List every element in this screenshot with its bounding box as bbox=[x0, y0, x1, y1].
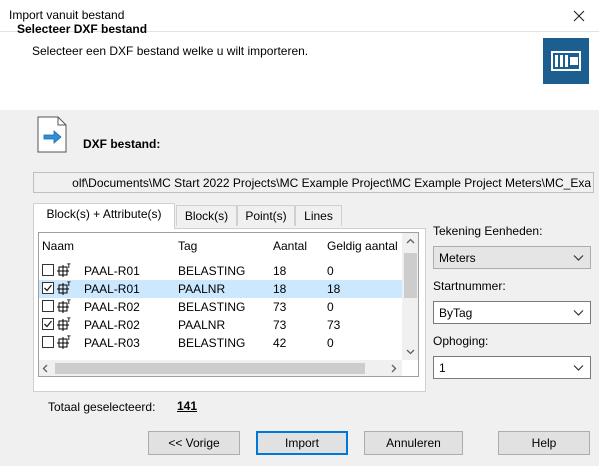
increment-dropdown[interactable]: 1 bbox=[433, 356, 591, 379]
cell-aantal: 18 bbox=[273, 264, 287, 278]
close-button[interactable] bbox=[559, 0, 599, 31]
block-attribute-icon: T bbox=[57, 281, 71, 295]
start-number-value: ByTag bbox=[439, 306, 473, 320]
block-attribute-icon: T bbox=[57, 299, 71, 313]
svg-text:T: T bbox=[67, 318, 71, 324]
cell-aantal: 73 bbox=[273, 300, 287, 314]
file-path-text: olf\Documents\MC Start 2022 Projects\MC … bbox=[72, 176, 591, 190]
cell-naam: PAAL-R01 bbox=[84, 282, 140, 296]
tab-lines[interactable]: Lines bbox=[295, 205, 342, 226]
cell-naam: PAAL-R01 bbox=[84, 264, 140, 278]
horizontal-scroll-thumb[interactable] bbox=[55, 363, 365, 374]
cancel-button[interactable]: Annuleren bbox=[364, 431, 463, 455]
units-value: Meters bbox=[439, 251, 476, 265]
chevron-down-icon bbox=[573, 365, 584, 371]
svg-text:T: T bbox=[67, 336, 71, 342]
vertical-scroll-thumb[interactable] bbox=[404, 253, 417, 298]
row-checkbox[interactable] bbox=[42, 264, 54, 276]
column-header-geldig-aantal[interactable]: Geldig aantal bbox=[327, 239, 398, 253]
close-icon bbox=[573, 10, 585, 21]
row-checkbox[interactable] bbox=[42, 282, 54, 294]
start-number-dropdown[interactable]: ByTag bbox=[433, 301, 591, 324]
table-row[interactable]: T PAAL-R02 BELASTING 73 0 bbox=[39, 298, 403, 316]
wizard-header bbox=[0, 31, 599, 111]
svg-text:T: T bbox=[67, 264, 71, 270]
header-subtitle: Selecteer een DXF bestand welke u wilt i… bbox=[32, 44, 309, 58]
units-dropdown[interactable]: Meters bbox=[433, 246, 591, 269]
row-checkbox[interactable] bbox=[42, 300, 54, 312]
cell-geldig-aantal: 0 bbox=[327, 300, 334, 314]
svg-text:T: T bbox=[67, 282, 71, 288]
scroll-right-arrow-icon[interactable] bbox=[391, 364, 397, 376]
cell-tag: BELASTING bbox=[178, 264, 246, 278]
total-selected-value: 141 bbox=[177, 399, 198, 413]
cell-geldig-aantal: 0 bbox=[327, 336, 334, 350]
checkbox-check-icon bbox=[44, 320, 53, 328]
table-row[interactable]: T PAAL-R01 PAALNR 18 18 bbox=[39, 280, 403, 298]
total-selected-label: Totaal geselecteerd: bbox=[48, 400, 156, 414]
cell-aantal: 73 bbox=[273, 318, 287, 332]
scroll-up-arrow-icon[interactable] bbox=[406, 236, 415, 247]
chevron-down-icon bbox=[573, 310, 584, 316]
block-attribute-icon: T bbox=[57, 317, 71, 331]
cell-naam: PAAL-R03 bbox=[84, 336, 140, 350]
cell-naam: PAAL-R02 bbox=[84, 318, 140, 332]
cell-geldig-aantal: 0 bbox=[327, 264, 334, 278]
units-label: Tekening Eenheden: bbox=[433, 224, 543, 238]
cell-tag: PAALNR bbox=[178, 318, 226, 332]
table-row[interactable]: T PAAL-R03 BELASTING 42 0 bbox=[39, 334, 403, 352]
increment-value: 1 bbox=[439, 361, 446, 375]
block-attribute-icon: T bbox=[57, 335, 71, 349]
dxf-file-label: DXF bestand: bbox=[83, 137, 161, 151]
row-checkbox[interactable] bbox=[42, 336, 54, 348]
cell-geldig-aantal: 73 bbox=[327, 318, 341, 332]
back-button[interactable]: << Vorige bbox=[148, 431, 240, 455]
chevron-down-icon bbox=[573, 255, 584, 261]
column-header-tag[interactable]: Tag bbox=[178, 239, 197, 253]
file-arrow-icon bbox=[37, 116, 67, 153]
column-header-aantal[interactable]: Aantal bbox=[273, 239, 307, 253]
svg-text:T: T bbox=[67, 300, 71, 306]
scroll-down-arrow-icon[interactable] bbox=[406, 347, 415, 358]
table-row[interactable]: T PAAL-R01 BELASTING 18 0 bbox=[39, 262, 403, 280]
tab-points[interactable]: Point(s) bbox=[237, 205, 295, 226]
header-title: Selecteer DXF bestand bbox=[17, 22, 148, 36]
cell-tag: BELASTING bbox=[178, 300, 246, 314]
tab-blocks[interactable]: Block(s) bbox=[176, 205, 237, 226]
window-title: Import vanuit bestand bbox=[9, 8, 125, 22]
cell-naam: PAAL-R02 bbox=[84, 300, 140, 314]
cell-tag: PAALNR bbox=[178, 282, 226, 296]
column-header-naam[interactable]: Naam bbox=[42, 239, 74, 253]
dxf-logo-icon bbox=[543, 38, 589, 84]
cell-geldig-aantal: 18 bbox=[327, 282, 341, 296]
table-row[interactable]: T PAAL-R02 PAALNR 73 73 bbox=[39, 316, 403, 334]
row-checkbox[interactable] bbox=[42, 318, 54, 330]
increment-label: Ophoging: bbox=[433, 334, 489, 348]
help-button[interactable]: Help bbox=[498, 431, 590, 455]
cell-aantal: 42 bbox=[273, 336, 287, 350]
checkbox-check-icon bbox=[44, 284, 53, 292]
scroll-left-arrow-icon[interactable] bbox=[42, 364, 48, 376]
tab-blocks-attributes[interactable]: Block(s) + Attribute(s) bbox=[33, 203, 175, 229]
start-number-label: Startnummer: bbox=[433, 279, 506, 293]
cell-aantal: 18 bbox=[273, 282, 287, 296]
cell-tag: BELASTING bbox=[178, 336, 246, 350]
block-attribute-icon: T bbox=[57, 263, 71, 277]
file-path-field[interactable]: olf\Documents\MC Start 2022 Projects\MC … bbox=[33, 172, 594, 193]
import-button[interactable]: Import bbox=[256, 431, 348, 455]
